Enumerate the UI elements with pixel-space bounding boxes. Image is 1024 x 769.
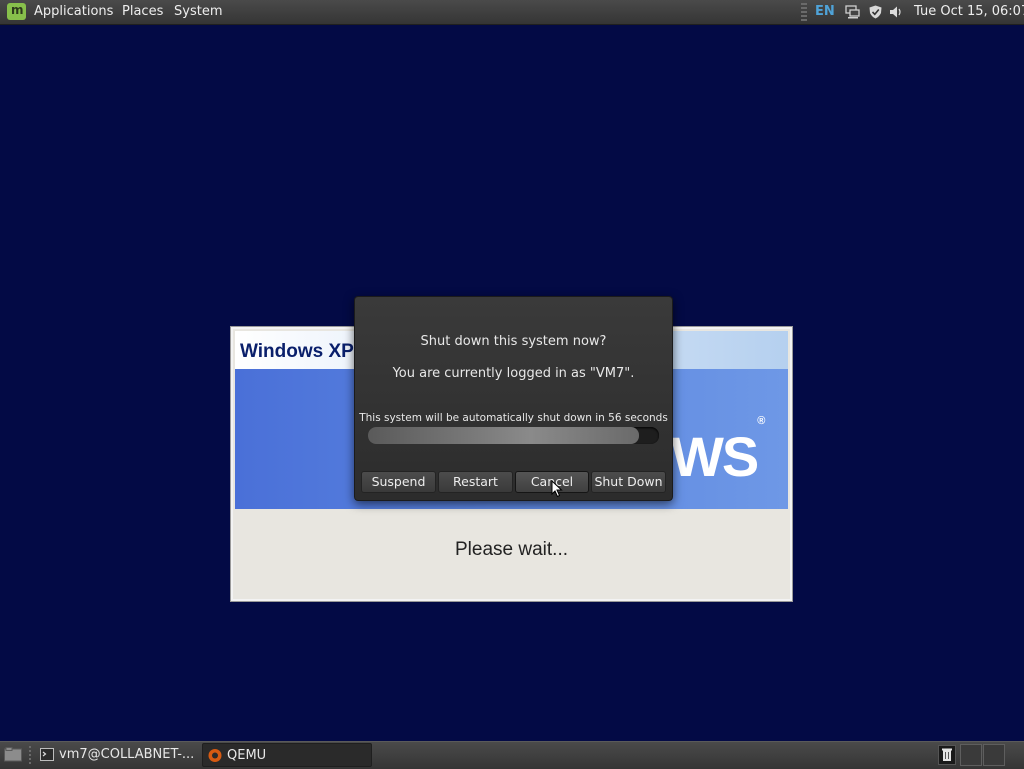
progress-fill bbox=[368, 427, 639, 444]
please-wait-text: Please wait... bbox=[455, 539, 568, 560]
logo-text: WS bbox=[671, 425, 759, 488]
dialog-question: Shut down this system now? bbox=[420, 334, 607, 349]
volume-icon[interactable] bbox=[889, 5, 904, 19]
trash-icon[interactable] bbox=[938, 745, 956, 765]
bottom-panel: vm7@COLLABNET-... QEMU bbox=[0, 741, 1024, 769]
qemu-icon bbox=[208, 749, 222, 762]
registered-mark: ® bbox=[757, 415, 766, 428]
show-desktop-icon[interactable] bbox=[4, 747, 22, 762]
mint-menu-icon[interactable]: m bbox=[7, 3, 26, 20]
taskbar-item-label: QEMU bbox=[227, 748, 267, 763]
shield-icon[interactable] bbox=[868, 5, 883, 19]
windows-logo-text: WS® bbox=[671, 415, 765, 489]
keyboard-layout-indicator[interactable]: EN bbox=[815, 4, 835, 19]
logged-in-text: You are currently logged in as "VM7". bbox=[392, 366, 635, 381]
restart-button[interactable]: Restart bbox=[438, 471, 513, 493]
workspace-1[interactable] bbox=[960, 744, 982, 766]
workspace-2[interactable] bbox=[983, 744, 1005, 766]
shutdown-button[interactable]: Shut Down bbox=[591, 471, 666, 493]
tray-separator bbox=[801, 3, 807, 21]
taskbar-item-label: vm7@COLLABNET-... bbox=[59, 747, 195, 762]
clock[interactable]: Tue Oct 15, 06:07 bbox=[914, 4, 1024, 19]
xp-title: Windows XP S bbox=[240, 341, 372, 362]
taskbar-item-terminal[interactable]: vm7@COLLABNET-... bbox=[35, 743, 200, 767]
shutdown-dialog: Shut down this system now? You are curre… bbox=[354, 296, 673, 501]
network-icon[interactable] bbox=[845, 5, 860, 19]
terminal-icon bbox=[40, 748, 54, 761]
taskbar-item-qemu[interactable]: QEMU bbox=[202, 743, 372, 767]
top-panel: m Applications Places System EN Tue Oct … bbox=[0, 0, 1024, 25]
applications-menu[interactable]: Applications bbox=[34, 4, 113, 20]
countdown-text: This system will be automatically shut d… bbox=[359, 412, 668, 424]
mouse-cursor-icon bbox=[551, 480, 563, 498]
taskbar-separator bbox=[29, 746, 31, 764]
countdown-progress-bar bbox=[368, 427, 659, 444]
suspend-button[interactable]: Suspend bbox=[361, 471, 436, 493]
places-menu[interactable]: Places bbox=[122, 4, 163, 20]
system-menu[interactable]: System bbox=[174, 4, 222, 20]
